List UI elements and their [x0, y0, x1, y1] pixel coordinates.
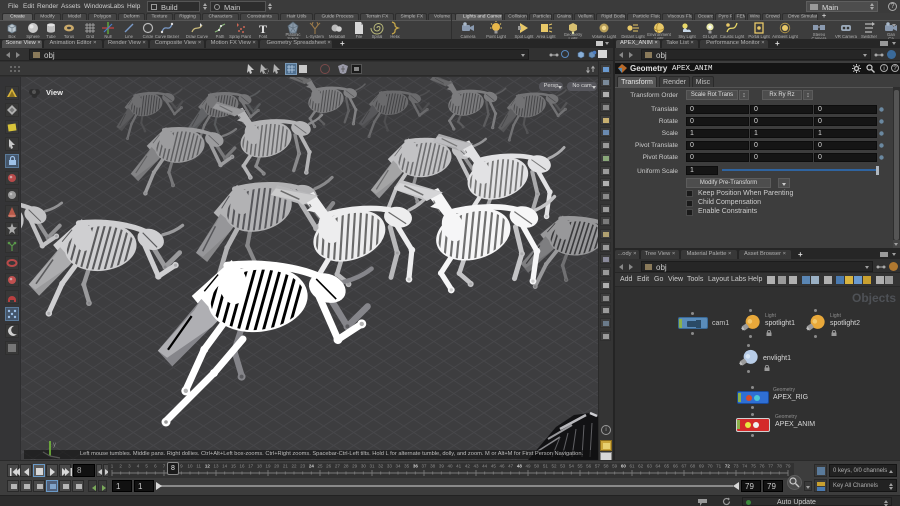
- svg-text:22: 22: [291, 464, 297, 469]
- svg-text:66: 66: [673, 464, 679, 469]
- svg-text:50: 50: [534, 464, 540, 469]
- svg-text:62: 62: [638, 464, 644, 469]
- svg-text:52: 52: [551, 464, 557, 469]
- svg-text:24: 24: [309, 464, 315, 469]
- svg-text:51: 51: [543, 464, 549, 469]
- svg-text:74: 74: [742, 464, 748, 469]
- svg-text:46: 46: [499, 464, 505, 469]
- svg-text:38: 38: [430, 464, 436, 469]
- svg-text:78: 78: [777, 464, 783, 469]
- svg-text:41: 41: [456, 464, 462, 469]
- svg-text:61: 61: [629, 464, 635, 469]
- svg-text:12: 12: [205, 464, 211, 469]
- svg-text:47: 47: [508, 464, 514, 469]
- svg-text:79: 79: [785, 464, 791, 469]
- svg-text:71: 71: [716, 464, 722, 469]
- svg-text:20: 20: [274, 464, 280, 469]
- svg-text:4: 4: [137, 464, 140, 469]
- svg-text:43: 43: [473, 464, 479, 469]
- svg-text:18: 18: [257, 464, 263, 469]
- svg-text:21: 21: [283, 464, 289, 469]
- svg-text:y: y: [53, 442, 56, 448]
- svg-text:3: 3: [128, 464, 131, 469]
- svg-text:9: 9: [180, 464, 183, 469]
- svg-text:44: 44: [482, 464, 488, 469]
- svg-text:70: 70: [707, 464, 713, 469]
- svg-text:6: 6: [154, 464, 157, 469]
- svg-text:49: 49: [525, 464, 531, 469]
- svg-text:26: 26: [326, 464, 332, 469]
- svg-text:11: 11: [196, 464, 201, 469]
- svg-text:56: 56: [586, 464, 592, 469]
- svg-text:T: T: [259, 22, 267, 35]
- svg-text:67: 67: [681, 464, 687, 469]
- svg-text:64: 64: [655, 464, 661, 469]
- svg-text:25: 25: [317, 464, 323, 469]
- svg-text:54: 54: [569, 464, 575, 469]
- svg-text:16: 16: [239, 464, 245, 469]
- svg-text:17: 17: [248, 464, 254, 469]
- svg-text:1: 1: [111, 464, 114, 469]
- svg-text:77: 77: [768, 464, 774, 469]
- svg-text:39: 39: [439, 464, 445, 469]
- svg-text:33: 33: [387, 464, 393, 469]
- svg-text:42: 42: [465, 464, 471, 469]
- svg-text:15: 15: [231, 464, 237, 469]
- svg-text:28: 28: [343, 464, 349, 469]
- svg-text:58: 58: [603, 464, 609, 469]
- svg-text:40: 40: [447, 464, 453, 469]
- svg-text:45: 45: [491, 464, 497, 469]
- svg-text:60: 60: [621, 464, 627, 469]
- svg-text:68: 68: [690, 464, 696, 469]
- svg-text:75: 75: [751, 464, 757, 469]
- svg-text:48: 48: [517, 464, 523, 469]
- svg-text:19: 19: [265, 464, 271, 469]
- svg-text:76: 76: [759, 464, 765, 469]
- svg-text:14: 14: [222, 464, 228, 469]
- svg-text:30: 30: [361, 464, 367, 469]
- svg-text:53: 53: [560, 464, 566, 469]
- svg-text:37: 37: [421, 464, 427, 469]
- svg-text:27: 27: [335, 464, 341, 469]
- svg-text:32: 32: [378, 464, 384, 469]
- svg-text:23: 23: [300, 464, 306, 469]
- svg-text:29: 29: [352, 464, 358, 469]
- svg-text:63: 63: [647, 464, 653, 469]
- svg-text:73: 73: [733, 464, 739, 469]
- svg-text:31: 31: [369, 464, 375, 469]
- svg-text:10: 10: [187, 464, 193, 469]
- svg-text:72: 72: [725, 464, 731, 469]
- svg-text:65: 65: [664, 464, 670, 469]
- svg-text:59: 59: [612, 464, 618, 469]
- svg-text:2: 2: [119, 464, 122, 469]
- svg-text:7: 7: [163, 464, 166, 469]
- svg-text:69: 69: [699, 464, 705, 469]
- svg-text:34: 34: [395, 464, 401, 469]
- svg-text:55: 55: [577, 464, 583, 469]
- svg-text:13: 13: [213, 464, 219, 469]
- svg-text:35: 35: [404, 464, 410, 469]
- svg-text:57: 57: [595, 464, 601, 469]
- svg-text:5: 5: [145, 464, 148, 469]
- svg-text:36: 36: [413, 464, 419, 469]
